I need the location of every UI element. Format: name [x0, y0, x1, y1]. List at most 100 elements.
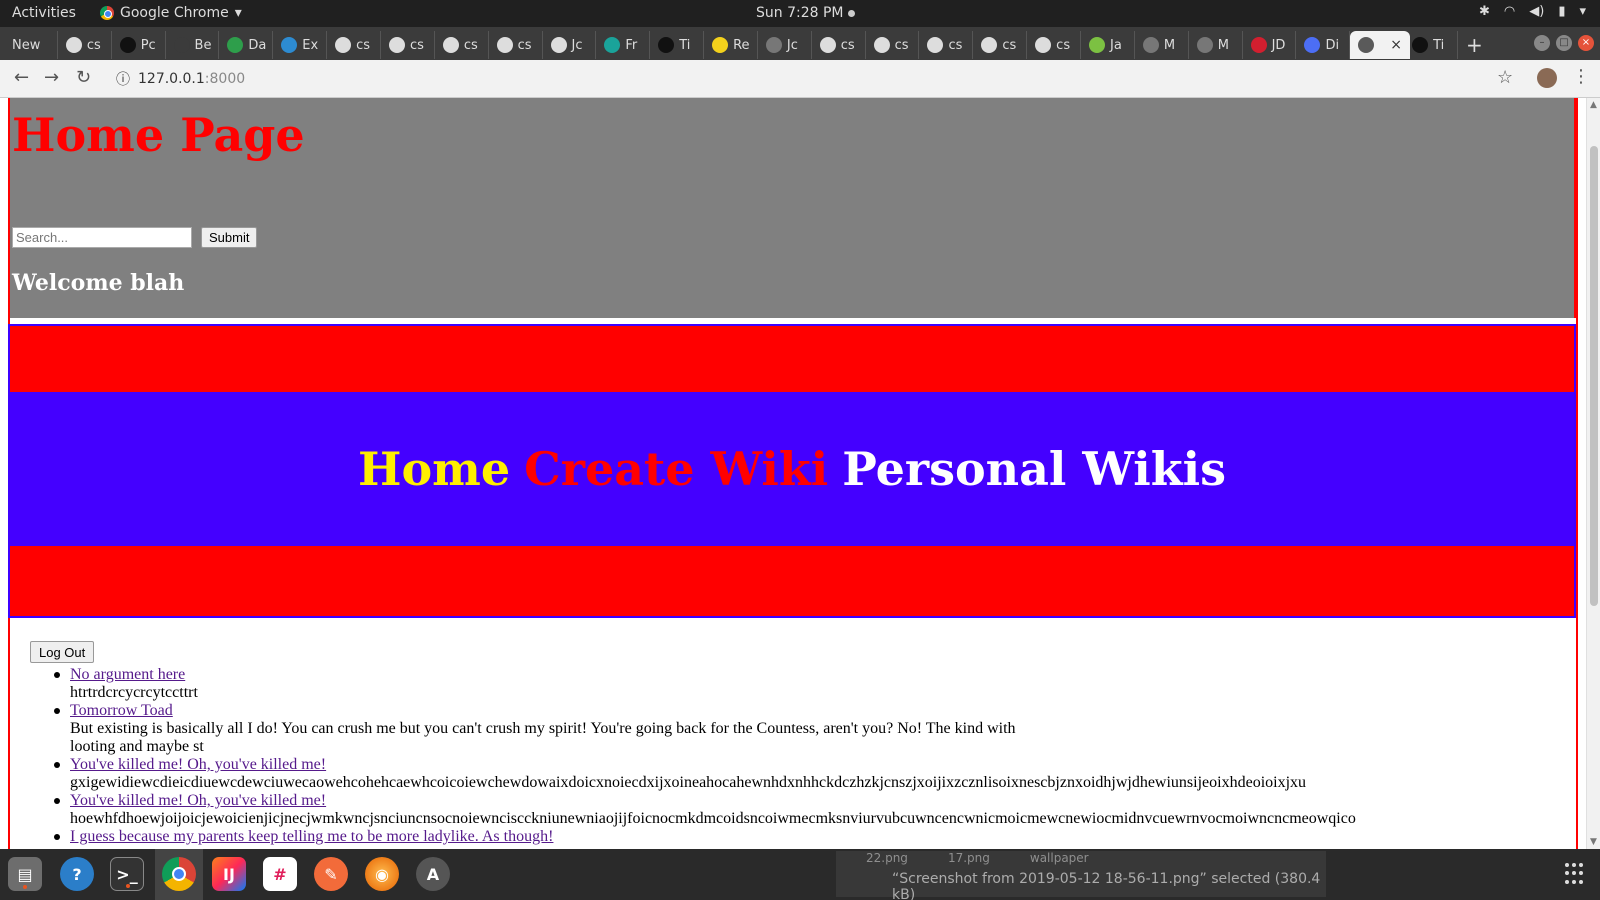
- tab-label: JD: [1271, 37, 1286, 53]
- wiki-link[interactable]: You've killed me! Oh, you've killed me!: [70, 756, 326, 773]
- tab-label: Pc: [140, 37, 156, 53]
- firefox-icon[interactable]: ◉: [365, 857, 399, 891]
- app-name: Google Chrome: [120, 5, 229, 21]
- logout-button[interactable]: Log Out: [30, 641, 95, 663]
- reload-icon[interactable]: ↻: [76, 67, 91, 88]
- postman-icon[interactable]: ✎: [314, 857, 348, 891]
- tab-label: cs: [894, 37, 909, 53]
- browser-tab[interactable]: Re: [704, 31, 758, 59]
- files-icon[interactable]: ▤: [8, 857, 42, 891]
- app-menu[interactable]: Google Chrome ▾: [100, 5, 242, 21]
- ghost-file: 17.png: [947, 851, 990, 865]
- list-item: Tomorrow Toad But existing is basically …: [54, 702, 1550, 756]
- tab-favicon-icon: [658, 37, 675, 53]
- browser-tab[interactable]: Pc: [112, 31, 166, 59]
- clock[interactable]: Sun 7:28 PM: [756, 5, 855, 21]
- scroll-down-icon[interactable]: ▼: [1590, 837, 1597, 847]
- tab-label: Jc: [786, 37, 798, 53]
- tab-favicon-icon: [1358, 37, 1375, 53]
- minimize-icon[interactable]: –: [1534, 35, 1550, 51]
- wiki-link[interactable]: You've killed me! Oh, you've killed me!: [70, 792, 326, 809]
- window-controls: – □ ×: [1534, 35, 1594, 51]
- wiki-body: gxigewidiewcdieicdiuewcdewciuwecaowehcoh…: [70, 774, 1307, 791]
- tab-active[interactable]: ×: [1350, 31, 1411, 59]
- browser-tab[interactable]: M: [1189, 31, 1243, 59]
- close-window-icon[interactable]: ×: [1578, 35, 1594, 51]
- scroll-up-icon[interactable]: ▲: [1590, 100, 1597, 110]
- browser-tab[interactable]: cs: [381, 31, 435, 59]
- software-updater-icon[interactable]: A: [416, 857, 450, 891]
- show-applications-icon[interactable]: [1565, 863, 1587, 885]
- wiki-link[interactable]: I guess because my parents keep telling …: [70, 828, 553, 845]
- welcome-message: Welcome blah: [12, 270, 185, 296]
- browser-tab[interactable]: Jc: [758, 31, 812, 59]
- tab-favicon-icon: [442, 37, 459, 53]
- forward-icon[interactable]: →: [44, 67, 59, 88]
- chrome-icon: [100, 6, 114, 20]
- slack-icon[interactable]: #: [263, 857, 297, 891]
- list-item: I guess because my parents keep telling …: [54, 828, 1550, 846]
- browser-tab[interactable]: Da: [219, 31, 274, 59]
- browser-tab[interactable]: cs: [435, 31, 489, 59]
- chrome-dock-icon[interactable]: [162, 857, 196, 891]
- browser-tab[interactable]: Di: [1296, 31, 1351, 59]
- browser-tab[interactable]: cs: [327, 31, 381, 59]
- scrollbar-thumb[interactable]: [1590, 146, 1598, 606]
- system-tray[interactable]: ✱ ◠ ◀) ▮ ▾: [1479, 4, 1586, 19]
- info-icon[interactable]: ⓘ: [116, 69, 130, 89]
- tab-favicon-icon: [1035, 37, 1052, 53]
- taskbar-dock: ▤ ? >_ IJ # ✎ ◉ A 22.png 17.png wallpape…: [0, 849, 1600, 900]
- browser-tab[interactable]: cs: [1027, 31, 1082, 59]
- submit-button[interactable]: Submit: [201, 227, 258, 248]
- browser-tab[interactable]: cs: [866, 31, 920, 59]
- browser-tab[interactable]: JD: [1243, 31, 1297, 59]
- nav-home-link[interactable]: Home: [358, 442, 510, 496]
- search-input[interactable]: [12, 227, 192, 248]
- wiki-link[interactable]: No argument here: [70, 666, 185, 683]
- tab-favicon-icon: [1250, 37, 1267, 53]
- new-tab-button[interactable]: +: [1466, 33, 1483, 57]
- browser-tab[interactable]: M: [1135, 31, 1189, 59]
- browser-tab[interactable]: cs: [58, 31, 112, 59]
- address-bar[interactable]: ⓘ 127.0.0.1:8000: [108, 64, 1494, 94]
- browser-tab[interactable]: New: [4, 31, 58, 59]
- url-port: :8000: [204, 71, 246, 87]
- tab-label: Ja: [1110, 37, 1122, 53]
- tab-favicon-icon: [119, 37, 136, 53]
- close-tab-icon[interactable]: ×: [1390, 37, 1402, 53]
- browser-tab[interactable]: Ja: [1081, 31, 1135, 59]
- tab-label: Jc: [571, 37, 583, 53]
- browser-tab[interactable]: cs: [489, 31, 543, 59]
- browser-tab[interactable]: Be: [166, 31, 220, 59]
- wiki-body: htrtrdcrcycrcytccttrt: [70, 684, 198, 701]
- intellij-icon[interactable]: IJ: [212, 857, 246, 891]
- browser-tab[interactable]: cs: [919, 31, 974, 59]
- selection-status: “Screenshot from 2019-05-12 18-56-11.png…: [892, 871, 1321, 900]
- bookmark-star-icon[interactable]: ☆: [1497, 67, 1513, 88]
- activities-button[interactable]: Activities: [12, 5, 76, 21]
- ghost-file: wallpaper: [1029, 851, 1089, 865]
- browser-tab[interactable]: Ex: [273, 31, 328, 59]
- tab-favicon-icon: [873, 37, 890, 53]
- profile-avatar[interactable]: [1537, 68, 1557, 88]
- menu-kebab-icon[interactable]: ⋮: [1572, 66, 1590, 87]
- chevron-down-icon: ▾: [234, 5, 242, 21]
- page-viewport: Home Page Submit Welcome blah Home Creat…: [0, 98, 1586, 849]
- browser-tab[interactable]: Ti: [1404, 31, 1458, 59]
- chevron-down-icon[interactable]: ▾: [1579, 4, 1586, 19]
- maximize-icon[interactable]: □: [1556, 35, 1572, 51]
- browser-tab[interactable]: Fr: [596, 31, 651, 59]
- browser-tab[interactable]: Ti: [650, 31, 705, 59]
- browser-tab[interactable]: cs: [812, 31, 866, 59]
- tab-label: cs: [86, 37, 101, 53]
- nav-create-wiki-link[interactable]: Create Wiki: [524, 442, 828, 496]
- help-icon[interactable]: ?: [60, 857, 94, 891]
- browser-tab[interactable]: Jc: [543, 31, 597, 59]
- wiki-link[interactable]: Tomorrow Toad: [70, 702, 173, 719]
- back-icon[interactable]: ←: [14, 67, 29, 88]
- terminal-icon[interactable]: >_: [110, 857, 144, 891]
- browser-tab[interactable]: cs: [973, 31, 1028, 59]
- slack-tray-icon[interactable]: ✱: [1479, 4, 1490, 19]
- nav-personal-wikis-link[interactable]: Personal Wikis: [842, 442, 1226, 496]
- page-scrollbar[interactable]: ▲ ▼: [1586, 98, 1600, 849]
